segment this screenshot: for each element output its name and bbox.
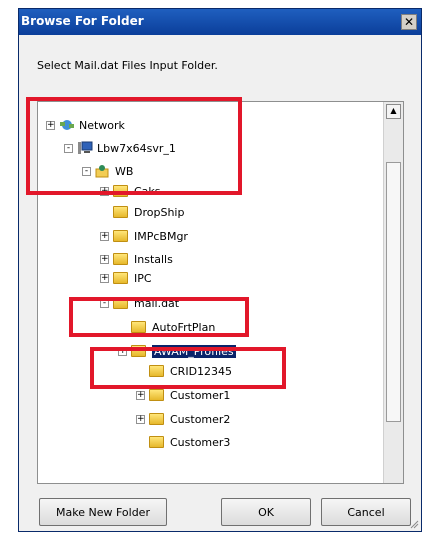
tree-item-label: Customer2 [170, 412, 231, 426]
browse-for-folder-dialog: Browse For Folder ✕ Select Mail.dat File… [18, 8, 422, 532]
highlight-box [69, 297, 249, 337]
folder-icon [149, 436, 164, 448]
folder-icon [113, 272, 128, 284]
tree-item-customer3[interactable]: Customer3 [136, 432, 230, 452]
tree-item-label: Customer1 [170, 388, 231, 402]
folder-icon [113, 206, 128, 218]
scroll-up-button[interactable]: ▲ [386, 104, 401, 119]
vertical-scrollbar[interactable]: ▲ [383, 102, 403, 483]
arrow-up-icon: ▲ [390, 106, 397, 115]
tree-item-ipc[interactable]: + IPC [100, 268, 152, 288]
expand-button[interactable]: + [100, 231, 109, 241]
expand-button[interactable]: + [136, 414, 145, 424]
tree-item-customer2[interactable]: + Customer2 [136, 409, 230, 429]
cancel-button[interactable]: Cancel [321, 498, 411, 526]
instruction-text: Select Mail.dat Files Input Folder. [37, 59, 218, 72]
expand-button[interactable]: + [100, 273, 109, 283]
folder-icon [113, 253, 128, 265]
ok-button[interactable]: OK [221, 498, 311, 526]
dialog-title: Browse For Folder [21, 14, 144, 28]
title-bar[interactable]: Browse For Folder ✕ [19, 9, 421, 35]
tree-item-label: IMPcBMgr [134, 229, 188, 243]
scroll-thumb[interactable] [386, 162, 401, 422]
tree-item-label: DropShip [134, 205, 185, 219]
tree-item-installs[interactable]: + Installs [100, 249, 173, 269]
tree-item-impcbmgr[interactable]: + IMPcBMgr [100, 226, 188, 246]
tree-item-label: IPC [134, 271, 152, 285]
make-new-folder-button[interactable]: Make New Folder [39, 498, 167, 526]
resize-grip-icon[interactable] [409, 519, 419, 529]
folder-icon [149, 413, 164, 425]
tree-item-dropship[interactable]: DropShip [100, 202, 184, 222]
tree-item-label: Customer3 [170, 435, 231, 449]
expand-button[interactable]: + [136, 390, 145, 400]
highlight-box [26, 97, 242, 195]
close-button[interactable]: ✕ [401, 14, 417, 30]
expand-button[interactable]: + [100, 254, 109, 264]
tree-item-label: Installs [134, 252, 173, 266]
close-icon: ✕ [403, 15, 415, 29]
folder-icon [149, 389, 164, 401]
highlight-box [90, 347, 286, 389]
folder-icon [113, 230, 128, 242]
